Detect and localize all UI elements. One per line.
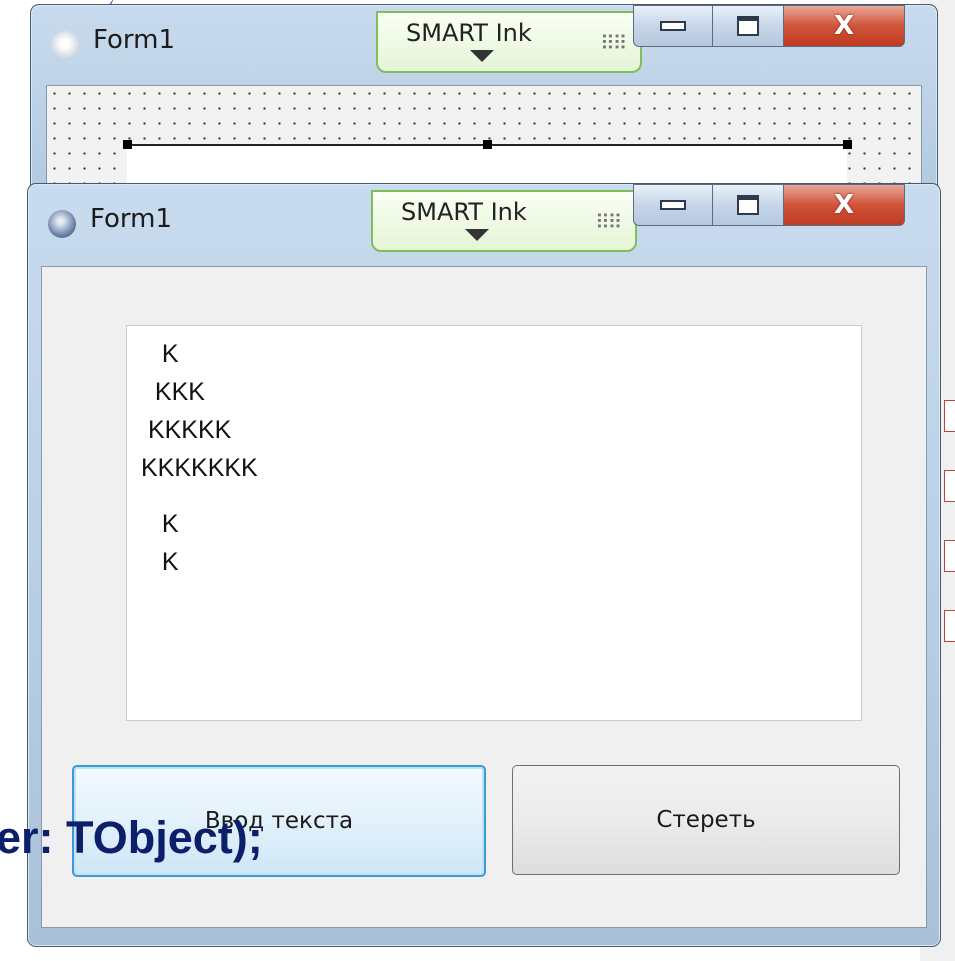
- smart-ink-label: SMART Ink: [401, 198, 527, 226]
- resize-handle[interactable]: [123, 140, 132, 149]
- window-title: Form1: [93, 25, 176, 55]
- maximize-button[interactable]: [713, 184, 784, 226]
- clear-button[interactable]: Стереть: [512, 765, 900, 875]
- close-icon: X: [833, 190, 855, 220]
- close-icon: X: [833, 11, 855, 41]
- dropdown-arrow-icon[interactable]: [470, 50, 494, 62]
- minimize-button[interactable]: [633, 5, 713, 47]
- memo-line: KKKKK: [141, 416, 232, 444]
- minimize-button[interactable]: [633, 184, 713, 226]
- memo-line: KKK: [141, 378, 205, 406]
- editor-marker: [944, 400, 955, 432]
- grip-icon[interactable]: ⠿⠿: [595, 210, 622, 234]
- smart-ink-label: SMART Ink: [406, 19, 532, 47]
- memo-line: KKKKKKK: [141, 454, 258, 482]
- memo-line: K: [141, 340, 179, 368]
- window-title: Form1: [90, 204, 173, 234]
- smart-ink-toolbar[interactable]: SMART Ink ⠿⠿: [371, 190, 637, 252]
- app-paw-icon: [48, 210, 76, 238]
- minimize-icon: [660, 21, 686, 31]
- smart-ink-toolbar[interactable]: SMART Ink ⠿⠿: [376, 11, 642, 73]
- maximize-icon: [737, 195, 759, 215]
- resize-handle[interactable]: [843, 140, 852, 149]
- dropdown-arrow-icon[interactable]: [465, 229, 489, 241]
- memo-output[interactable]: K KKK KKKKK KKKKKKK K K: [126, 325, 862, 721]
- memo-line: K: [141, 548, 179, 576]
- close-button[interactable]: X: [784, 184, 905, 226]
- resize-handle[interactable]: [483, 140, 492, 149]
- maximize-button[interactable]: [713, 5, 784, 47]
- editor-marker: [944, 610, 955, 642]
- code-fragment: er: TObject);: [0, 812, 263, 863]
- maximize-icon: [737, 16, 759, 36]
- form-designer-icon: [51, 31, 79, 59]
- grip-icon[interactable]: ⠿⠿: [600, 31, 627, 55]
- memo-line: K: [141, 510, 179, 538]
- close-button[interactable]: X: [784, 5, 905, 47]
- minimize-icon: [660, 200, 686, 210]
- editor-marker: [944, 540, 955, 572]
- editor-marker: [944, 470, 955, 502]
